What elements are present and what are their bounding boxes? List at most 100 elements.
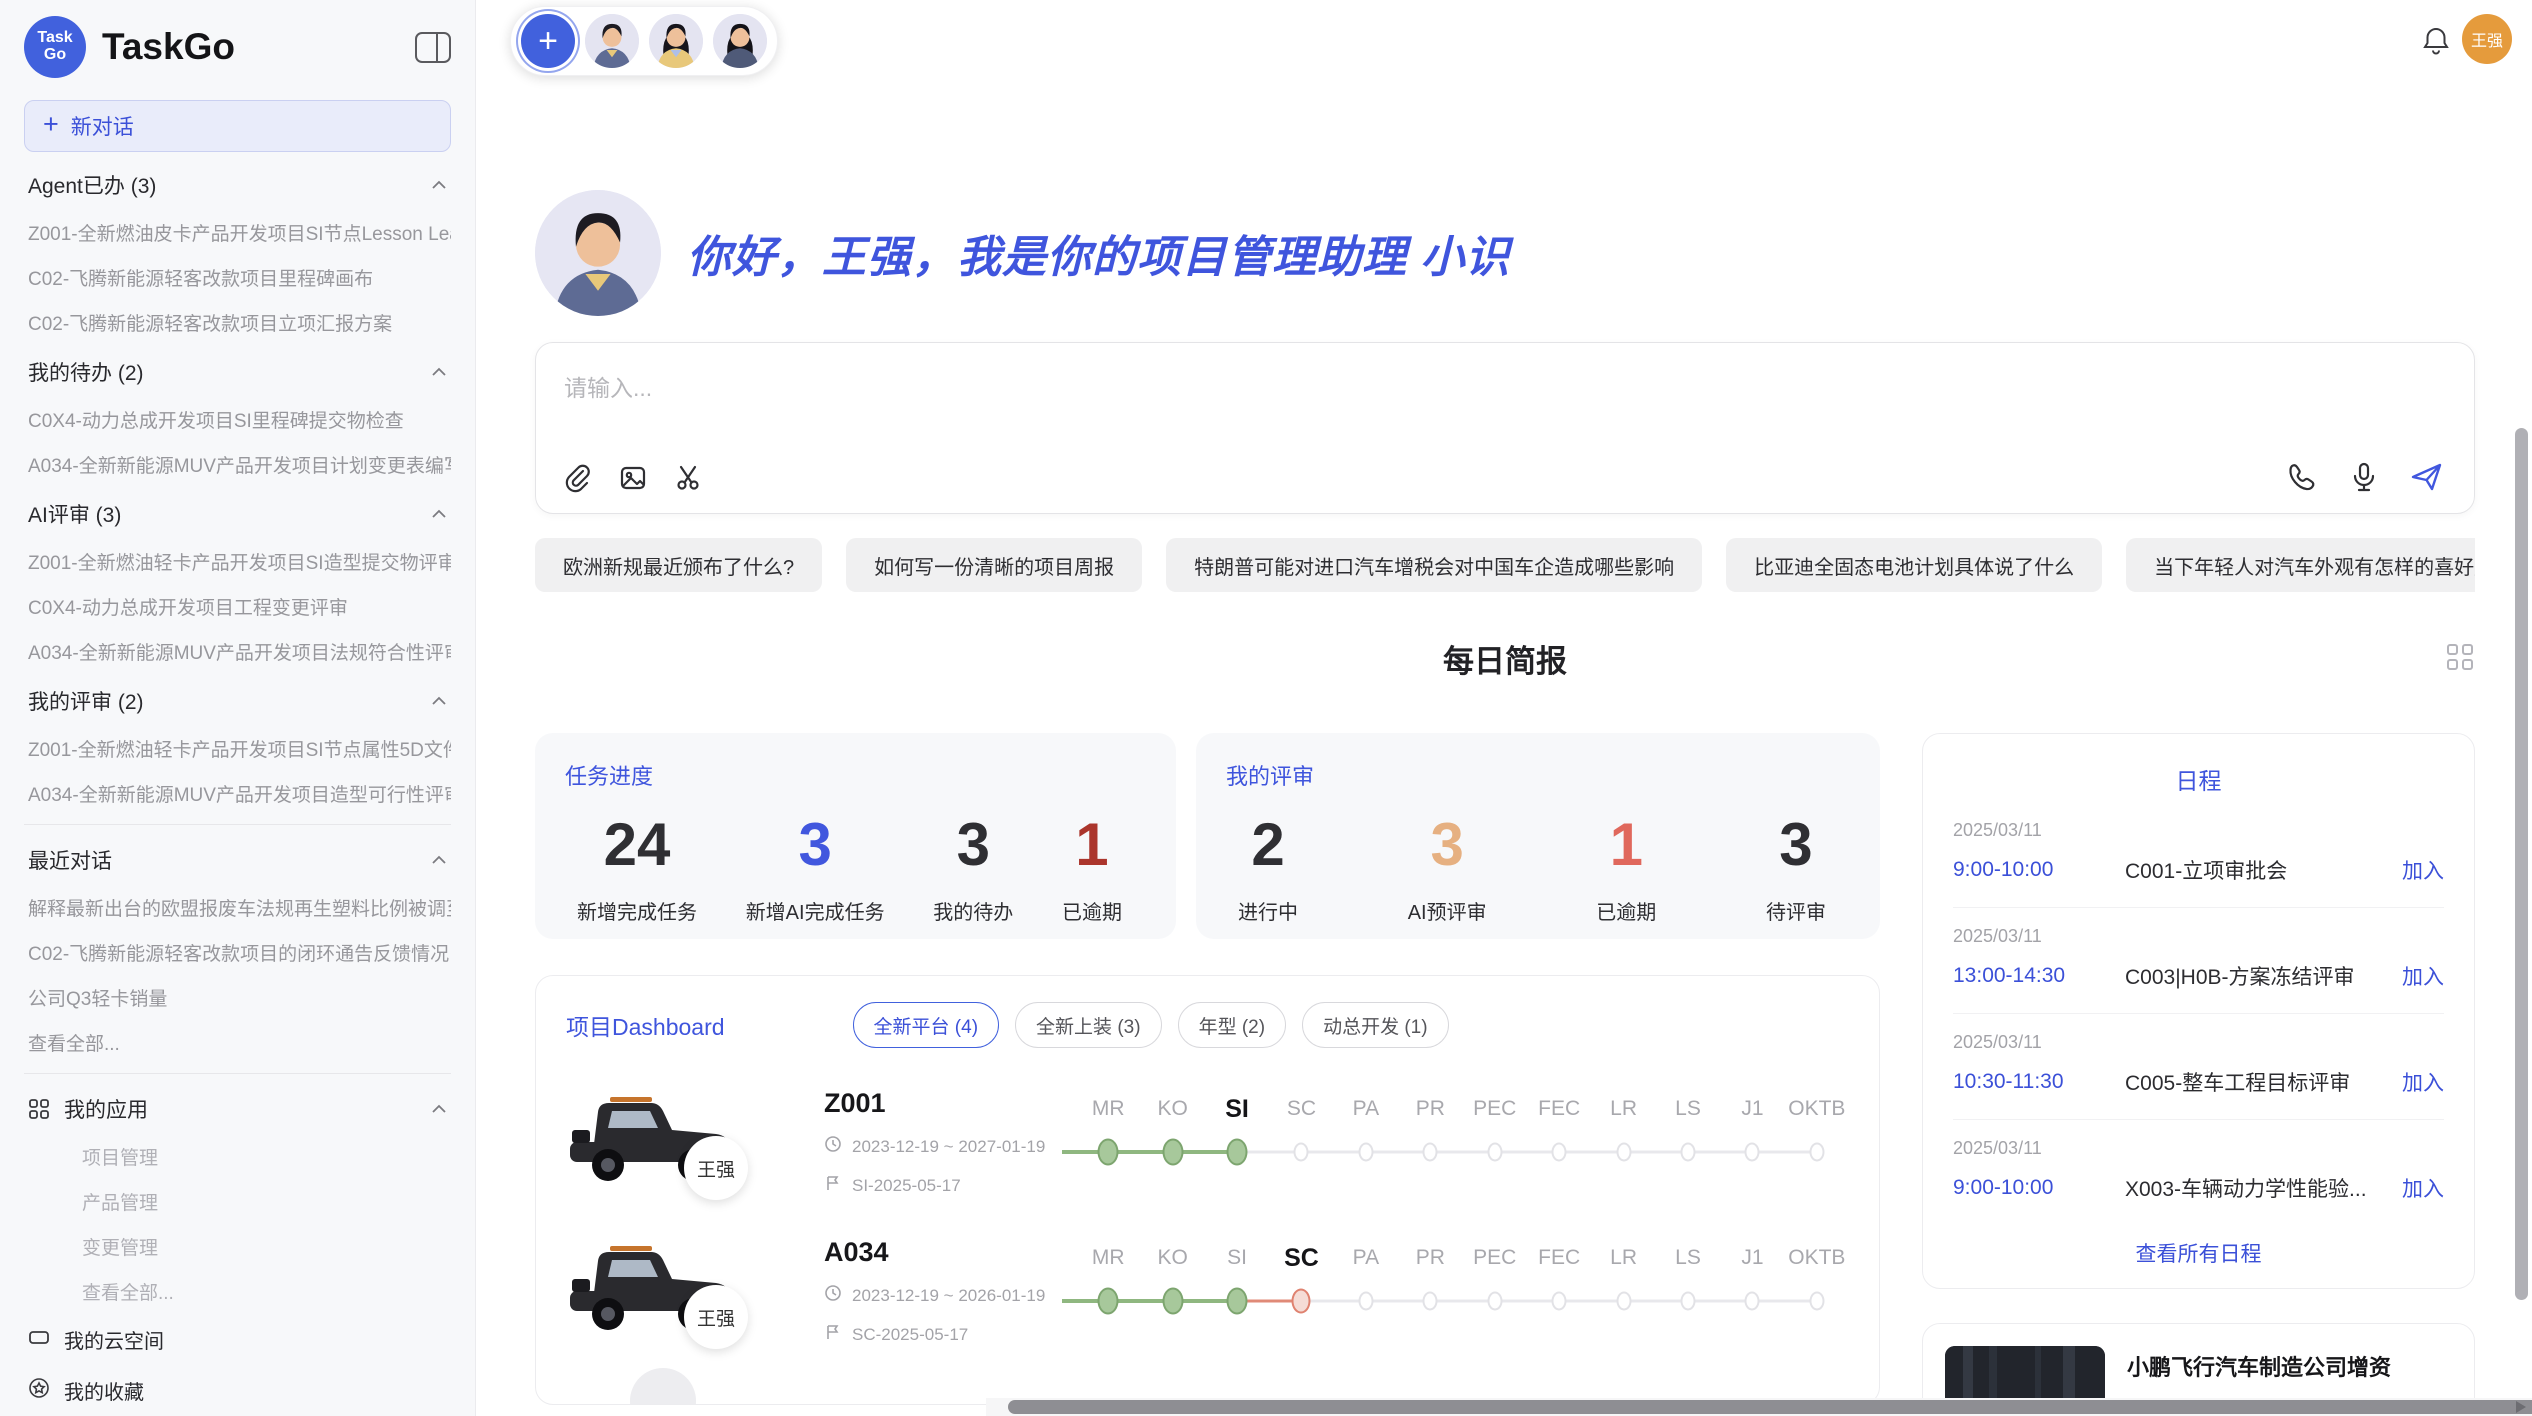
chevron-up-icon[interactable] xyxy=(431,852,447,868)
schedule-time: 9:00-10:00 xyxy=(1953,858,2125,882)
sidebar-section-header[interactable]: AI评审 (3) xyxy=(24,487,451,539)
collapse-sidebar-icon[interactable] xyxy=(415,32,451,63)
milestone-label: PR xyxy=(1398,1241,1462,1275)
new-chat-button[interactable]: + 新对话 xyxy=(24,100,451,152)
attachment-icon[interactable] xyxy=(562,463,592,493)
chevron-up-icon[interactable] xyxy=(431,693,447,709)
app-logo: Task Go xyxy=(24,16,86,78)
view-all-schedule-link[interactable]: 查看所有日程 xyxy=(1953,1230,2444,1272)
milestone-label: FEC xyxy=(1527,1092,1591,1126)
stat-label: 进行中 xyxy=(1238,896,1298,925)
chevron-up-icon[interactable] xyxy=(431,1101,447,1117)
milestone-labels: MRKOSISCPAPRPECFECLRLSJ1OKTB xyxy=(1076,1092,1849,1126)
my-cloud-space[interactable]: 我的云空间 xyxy=(24,1314,451,1365)
suggestion-chip[interactable]: 比亚迪全固态电池计划具体说了什么 xyxy=(1726,538,2102,592)
stat-label: AI预评审 xyxy=(1408,896,1487,925)
view-all-chats-link[interactable]: 查看全部... xyxy=(24,1020,451,1065)
stat-value: 3 xyxy=(1408,813,1487,876)
milestone-label: MR xyxy=(1076,1241,1140,1275)
recent-chat-item[interactable]: C02-飞腾新能源轻客改款项目的闭环通告反馈情况 xyxy=(24,930,451,975)
sidebar-task-item[interactable]: C02-飞腾新能源轻客改款项目里程碑画布 xyxy=(24,255,451,300)
join-meeting-link[interactable]: 加入 xyxy=(2402,855,2444,885)
app-item[interactable]: 查看全部... xyxy=(24,1269,451,1314)
project-info: A0342023-12-19 ~ 2026-01-19SC-2025-05-17 xyxy=(824,1235,1052,1346)
app-item[interactable]: 变更管理 xyxy=(24,1224,451,1269)
sidebar-section-header[interactable]: 我的待办 (2) xyxy=(24,345,451,397)
my-favorites[interactable]: 我的收藏 xyxy=(24,1365,451,1416)
phone-call-icon[interactable] xyxy=(2286,461,2318,493)
layout-grid-icon[interactable] xyxy=(2447,644,2473,670)
my-apps-header-icon xyxy=(28,1098,50,1120)
project-row[interactable]: 王强Z0012023-12-19 ~ 2027-01-19SI-2025-05-… xyxy=(566,1086,1849,1197)
sidebar-task-item[interactable]: C0X4-动力总成开发项目工程变更评审 xyxy=(24,584,451,629)
sidebar-task-item[interactable]: A034-全新新能源MUV产品开发项目造型可行性评审 xyxy=(24,771,451,816)
join-meeting-link[interactable]: 加入 xyxy=(2402,961,2444,991)
sidebar-task-item[interactable]: Z001-全新燃油轻卡产品开发项目SI节点属性5D文件评审 xyxy=(24,726,451,771)
scissors-icon[interactable] xyxy=(674,463,704,493)
sidebar-list: Agent已办 (3) Z001-全新燃油皮卡产品开发项目SI节点Lesson L… xyxy=(24,158,451,1416)
join-meeting-link[interactable]: 加入 xyxy=(2402,1173,2444,1203)
stat: 1已逾期 xyxy=(1596,813,1656,925)
project-row[interactable]: 王强 A0342023-12-19 ~ 2026-01-19SC-2025-05-… xyxy=(566,1235,1849,1346)
chevron-up-icon[interactable] xyxy=(431,506,447,522)
milestone-dot xyxy=(1745,1143,1760,1162)
chat-input[interactable]: 请输入... xyxy=(535,342,2475,514)
milestone-dot xyxy=(1616,1292,1631,1311)
dashboard-filter-chip[interactable]: 全新平台 (4) xyxy=(853,1002,1000,1048)
sidebar-section-header[interactable]: Agent已办 (3) xyxy=(24,158,451,210)
app-item[interactable]: 产品管理 xyxy=(24,1179,451,1224)
dashboard-title: 项目Dashboard xyxy=(566,1008,725,1042)
send-icon[interactable] xyxy=(2410,461,2444,493)
dashboard-filter-chip[interactable]: 全新上装 (3) xyxy=(1015,1002,1162,1048)
project-flag-milestone: SC-2025-05-17 xyxy=(824,1323,1052,1346)
sidebar-task-item[interactable]: Z001-全新燃油皮卡产品开发项目SI节点Lesson Learn报告 xyxy=(24,210,451,255)
scroll-right-arrow[interactable] xyxy=(2516,1401,2526,1413)
schedule-time: 13:00-14:30 xyxy=(1953,964,2125,988)
sidebar-section-header-label: Agent已办 (3) xyxy=(28,170,431,200)
dashboard-filter-chip[interactable]: 动总开发 (1) xyxy=(1302,1002,1449,1048)
sidebar-section-header[interactable]: 我的评审 (2) xyxy=(24,674,451,726)
dashboard-filter-chip[interactable]: 年型 (2) xyxy=(1178,1002,1287,1048)
stat-label: 新增AI完成任务 xyxy=(746,896,885,925)
my-apps-header[interactable]: 我的应用 xyxy=(24,1082,451,1134)
clock-icon xyxy=(824,1284,842,1307)
input-toolbar-left xyxy=(562,463,704,493)
vertical-scrollbar-thumb[interactable] xyxy=(2515,428,2528,1300)
chevron-up-icon[interactable] xyxy=(431,177,447,193)
horizontal-scrollbar[interactable] xyxy=(986,1398,2532,1416)
stat: 1已逾期 xyxy=(1062,813,1122,925)
suggestion-chip[interactable]: 当下年轻人对汽车外观有怎样的喜好趋势 xyxy=(2126,538,2475,592)
suggestion-chip[interactable]: 欧洲新规最近颁布了什么? xyxy=(535,538,822,592)
briefing-header: 每日简报 xyxy=(535,636,2475,681)
logo-text-top: Task xyxy=(37,30,72,47)
schedule-title: 日程 xyxy=(1953,762,2444,796)
sidebar-task-item[interactable]: A034-全新新能源MUV产品开发项目计划变更表编写 xyxy=(24,442,451,487)
sidebar-task-item[interactable]: C0X4-动力总成开发项目SI里程碑提交物检查 xyxy=(24,397,451,442)
stat-card: 我的评审2进行中3AI预评审1已逾期3待评审 xyxy=(1196,733,1880,939)
milestone-label: PA xyxy=(1334,1092,1398,1126)
sidebar-task-item[interactable]: C02-飞腾新能源轻客改款项目立项汇报方案 xyxy=(24,300,451,345)
horizontal-scrollbar-thumb[interactable] xyxy=(1008,1400,2532,1414)
suggestion-chip[interactable]: 如何写一份清晰的项目周报 xyxy=(846,538,1142,592)
milestone-dot xyxy=(1809,1292,1824,1311)
dashboard-filters: 全新平台 (4) 全新上装 (3) 年型 (2) 动总开发 (1) xyxy=(853,1002,1449,1048)
stat-value: 1 xyxy=(1596,813,1656,876)
project-flag-text: SC-2025-05-17 xyxy=(852,1325,968,1345)
milestone-line-segment xyxy=(1062,1150,1237,1154)
sidebar-recent-header[interactable]: 最近对话 xyxy=(24,833,451,885)
sidebar-task-item[interactable]: A034-全新新能源MUV产品开发项目法规符合性评审 xyxy=(24,629,451,674)
project-vehicle-image: 王强 xyxy=(566,1235,736,1339)
chevron-up-icon[interactable] xyxy=(431,364,447,380)
sidebar-task-item[interactable]: Z001-全新燃油轻卡产品开发项目SI造型提交物评审 xyxy=(24,539,451,584)
stat-card: 任务进度24新增完成任务3新增AI完成任务3我的待办1已逾期 xyxy=(535,733,1176,939)
recent-chat-item[interactable]: 公司Q3轻卡销量 xyxy=(24,975,451,1020)
suggestion-chip[interactable]: 特朗普可能对进口汽车增税会对中国车企造成哪些影响 xyxy=(1166,538,1702,592)
milestone-dot xyxy=(1680,1292,1695,1311)
stat-value: 2 xyxy=(1238,813,1298,876)
join-meeting-link[interactable]: 加入 xyxy=(2402,1067,2444,1097)
image-icon[interactable] xyxy=(618,463,648,493)
microphone-icon[interactable] xyxy=(2348,461,2380,493)
app-item[interactable]: 项目管理 xyxy=(24,1134,451,1179)
stat-value: 3 xyxy=(746,813,885,876)
recent-chat-item[interactable]: 解释最新出台的欧盟报废车法规再生塑料比例被调至15%... xyxy=(24,885,451,930)
